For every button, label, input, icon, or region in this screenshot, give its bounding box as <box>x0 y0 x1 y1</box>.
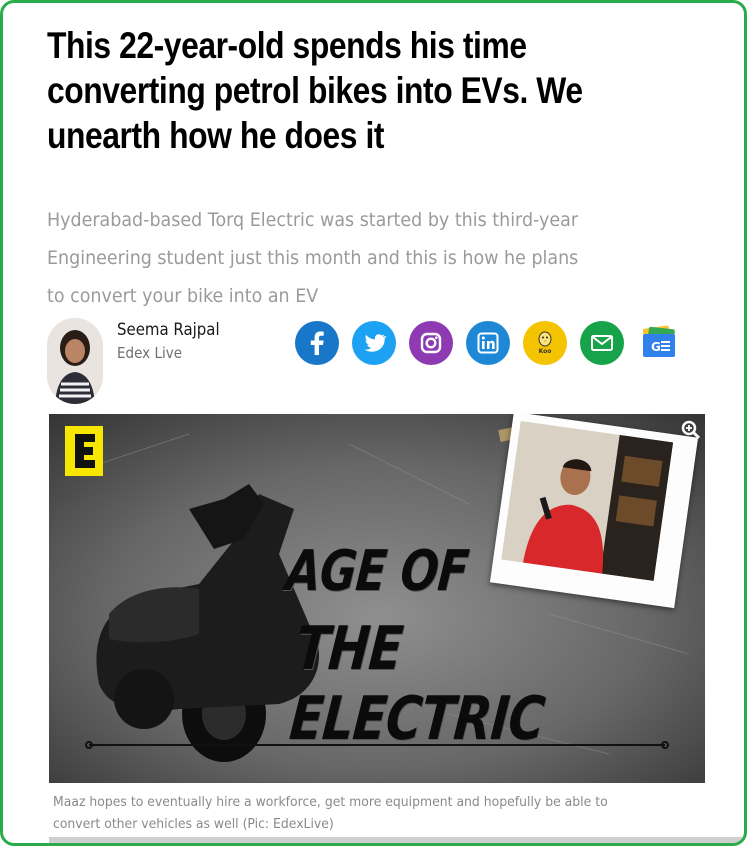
inset-photo <box>489 414 699 609</box>
image-caption: Maaz hopes to eventually hire a workforc… <box>53 794 608 832</box>
inset-photo-image <box>501 420 674 581</box>
twitter-share-button[interactable] <box>352 321 396 365</box>
hero-overlay-line1: AGE OF <box>283 539 471 604</box>
facebook-icon <box>310 331 324 355</box>
hero-overlay-line2: THE ELECTRIC <box>286 614 547 754</box>
mail-icon <box>591 335 613 351</box>
author-name[interactable]: Seema Rajpal <box>117 320 220 340</box>
google-news-share-button[interactable]: G <box>637 321 681 365</box>
koo-icon: Koo <box>538 331 552 355</box>
koo-share-button[interactable]: Koo <box>523 321 567 365</box>
linkedin-share-button[interactable] <box>466 321 510 365</box>
instagram-share-button[interactable] <box>409 321 453 365</box>
google-news-icon: G <box>642 325 675 357</box>
author-outlet: Edex Live <box>117 344 183 362</box>
article-subhead: Hyderabad-based Torq Electric was starte… <box>47 209 579 307</box>
edex-logo-icon <box>65 426 103 476</box>
svg-text:Koo: Koo <box>539 348 552 355</box>
author-avatar[interactable] <box>47 318 103 404</box>
twitter-icon <box>364 334 387 352</box>
svg-text:G: G <box>651 340 661 354</box>
email-share-button[interactable] <box>580 321 624 365</box>
article-card: This 22-year-old spends his time convert… <box>0 0 747 846</box>
brand-logo <box>65 426 105 478</box>
hero-image[interactable]: AGE OF THE ELECTRIC <box>49 414 705 783</box>
linkedin-icon <box>477 332 499 354</box>
facebook-share-button[interactable] <box>295 321 339 365</box>
author-photo <box>47 318 103 404</box>
instagram-icon <box>420 332 442 354</box>
divider <box>49 837 744 843</box>
article-headline: This 22-year-old spends his time convert… <box>47 25 583 156</box>
